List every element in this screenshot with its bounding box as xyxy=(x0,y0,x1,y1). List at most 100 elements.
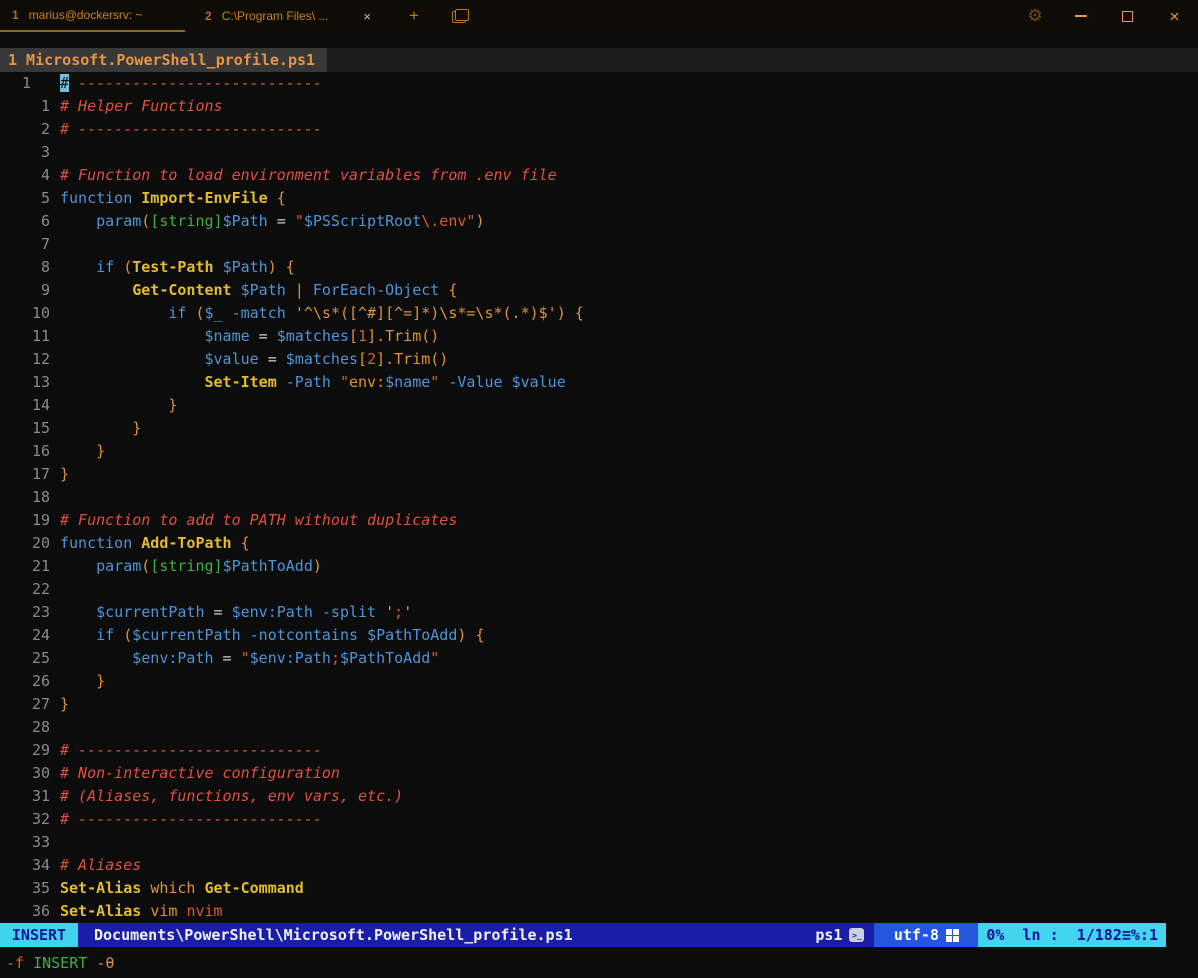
code-line[interactable]: 29# --------------------------- xyxy=(0,739,1198,762)
tab-switcher-icon[interactable] xyxy=(443,0,477,32)
code-line[interactable]: 34 # Aliases xyxy=(0,854,1198,877)
code-segment: Set-Alias xyxy=(60,902,141,920)
editor[interactable]: 1# ---------------------------1# Helper … xyxy=(0,72,1198,923)
line-text: $currentPath = $env:Path -split ';' xyxy=(60,601,412,624)
line-number: 5 xyxy=(0,187,50,210)
line-number: 19 xyxy=(0,509,50,532)
buffer-tab-active[interactable]: 1 Microsoft.PowerShell_profile.ps1 xyxy=(0,48,327,72)
line-text: if ($currentPath -notcontains $PathToAdd… xyxy=(60,624,484,647)
code-line[interactable]: 22 xyxy=(0,578,1198,601)
code-segment xyxy=(232,281,241,299)
terminal-padding xyxy=(0,32,1198,48)
close-button[interactable]: × xyxy=(1151,0,1198,32)
code-segment: { xyxy=(241,534,250,552)
code-segment xyxy=(304,281,313,299)
line-number: 10 xyxy=(0,302,50,325)
code-line[interactable]: 28 xyxy=(0,716,1198,739)
code-segment: ( xyxy=(141,557,150,575)
code-segment xyxy=(60,304,168,322)
code-segment: $PathToAdd xyxy=(340,649,430,667)
code-segment xyxy=(277,258,286,276)
code-line[interactable]: 32# --------------------------- xyxy=(0,808,1198,831)
terminal-tab-2[interactable]: 2 C:\Program Files\ ... × xyxy=(193,0,385,32)
line-number: 8 xyxy=(0,256,50,279)
line-text: Set-Alias vim nvim xyxy=(60,900,223,923)
code-line[interactable]: 17} xyxy=(0,463,1198,486)
code-line[interactable]: 33 xyxy=(0,831,1198,854)
code-line[interactable]: 21 param([string]$PathToAdd) xyxy=(0,555,1198,578)
code-segment: 2 xyxy=(367,350,376,368)
code-line[interactable]: 1# --------------------------- xyxy=(0,72,1198,95)
code-line[interactable]: 11 $name = $matches[1].Trim() xyxy=(0,325,1198,348)
line-text: function Import-EnvFile { xyxy=(60,187,286,210)
code-line[interactable]: 26 } xyxy=(0,670,1198,693)
code-line[interactable]: 35Set-Alias which Get-Command xyxy=(0,877,1198,900)
command-line[interactable]: -f INSERT -θ xyxy=(0,947,1198,978)
code-segment: = xyxy=(214,649,241,667)
tab-close-icon[interactable]: × xyxy=(361,9,373,24)
line-text: } xyxy=(60,463,69,486)
code-segment: Set-Item xyxy=(205,373,277,391)
code-line[interactable]: 16 } xyxy=(0,440,1198,463)
new-tab-button[interactable]: + xyxy=(397,0,431,32)
code-line[interactable]: 9 Get-Content $Path | ForEach-Object { xyxy=(0,279,1198,302)
code-line[interactable]: 31# (Aliases, functions, env vars, etc.) xyxy=(0,785,1198,808)
code-line[interactable]: 25 $env:Path = "$env:Path;$PathToAdd" xyxy=(0,647,1198,670)
code-line[interactable]: 24 if ($currentPath -notcontains $PathTo… xyxy=(0,624,1198,647)
code-segment: } xyxy=(168,396,177,414)
line-number: 22 xyxy=(0,578,50,601)
code-segment: ) xyxy=(313,557,322,575)
code-segment: $currentPath xyxy=(132,626,240,644)
code-line[interactable]: 23 $currentPath = $env:Path -split ';' xyxy=(0,601,1198,624)
code-segment: 1 xyxy=(358,327,367,345)
powershell-file-icon: >_ xyxy=(849,928,864,942)
line-text: # Aliases xyxy=(60,854,141,877)
code-line[interactable]: 27} xyxy=(0,693,1198,716)
code-line[interactable]: 15 } xyxy=(0,417,1198,440)
code-segment: nvim xyxy=(186,902,222,920)
code-line[interactable]: 6 param([string]$Path = "$PSScriptRoot\.… xyxy=(0,210,1198,233)
code-line[interactable]: 3 xyxy=(0,141,1198,164)
settings-gear-icon[interactable]: ⚙ xyxy=(1013,0,1057,32)
code-segment xyxy=(60,281,132,299)
code-segment xyxy=(268,189,277,207)
code-segment: # Helper Functions xyxy=(60,97,223,115)
code-line[interactable]: 36Set-Alias vim nvim xyxy=(0,900,1198,923)
line-number: 6 xyxy=(0,210,50,233)
code-line[interactable]: 18 xyxy=(0,486,1198,509)
code-segment: ForEach-Object xyxy=(313,281,439,299)
code-segment: function xyxy=(60,534,132,552)
code-line[interactable]: 14 } xyxy=(0,394,1198,417)
code-line[interactable]: 8 if (Test-Path $Path) { xyxy=(0,256,1198,279)
code-segment: $matches xyxy=(277,327,349,345)
code-segment xyxy=(60,212,96,230)
line-number: 34 xyxy=(0,854,50,877)
code-segment xyxy=(60,327,205,345)
code-segment: $PSScriptRoot xyxy=(304,212,421,230)
code-segment: -Value xyxy=(448,373,502,391)
code-segment: $name xyxy=(205,327,250,345)
code-segment: # --------------------------- xyxy=(60,741,322,759)
code-line[interactable]: 4# Function to load environment variable… xyxy=(0,164,1198,187)
code-line[interactable]: 7 xyxy=(0,233,1198,256)
code-line[interactable]: 1# Helper Functions xyxy=(0,95,1198,118)
maximize-button[interactable] xyxy=(1104,0,1151,32)
nvim-statusline: INSERT Documents\PowerShell\Microsoft.Po… xyxy=(0,923,1166,947)
code-line[interactable]: 12 $value = $matches[2].Trim() xyxy=(0,348,1198,371)
code-line[interactable]: 2# --------------------------- xyxy=(0,118,1198,141)
minimize-button[interactable] xyxy=(1057,0,1104,32)
code-segment xyxy=(232,534,241,552)
code-line[interactable]: 30# Non-interactive configuration xyxy=(0,762,1198,785)
code-line[interactable]: 19# Function to add to PATH without dupl… xyxy=(0,509,1198,532)
terminal-tab-1[interactable]: 1 marius@dockersrv: ~ xyxy=(0,0,185,32)
code-line[interactable]: 20function Add-ToPath { xyxy=(0,532,1198,555)
code-segment xyxy=(132,534,141,552)
line-text: # --------------------------- xyxy=(60,72,322,95)
code-segment: { xyxy=(448,281,457,299)
code-line[interactable]: 5 function Import-EnvFile { xyxy=(0,187,1198,210)
code-segment: -match xyxy=(232,304,286,322)
code-line[interactable]: 13 Set-Item -Path "env:$name" -Value $va… xyxy=(0,371,1198,394)
line-text: } xyxy=(60,440,105,463)
code-segment: $Path xyxy=(223,258,268,276)
code-line[interactable]: 10 if ($_ -match '^\s*([^#][^=]*)\s*=\s*… xyxy=(0,302,1198,325)
